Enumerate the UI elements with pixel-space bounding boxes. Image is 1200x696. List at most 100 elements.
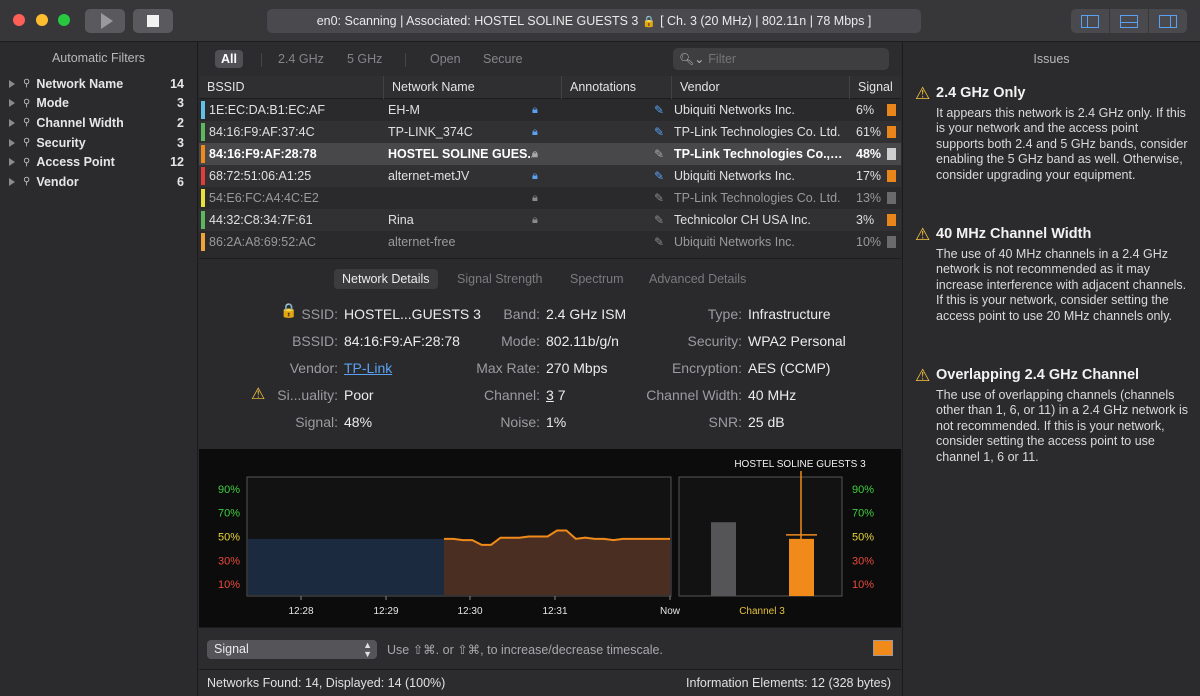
filter-count: 3 xyxy=(177,96,184,111)
disclosure-triangle-icon[interactable] xyxy=(9,158,15,167)
column-header-bssid[interactable]: BSSID xyxy=(199,76,384,99)
filter-24ghz-button[interactable]: 2.4 GHz xyxy=(278,50,324,68)
warning-icon: ⚠ xyxy=(915,225,931,244)
filter-group-mode[interactable]: ⚲ Mode 3 xyxy=(0,94,197,114)
type-label: Type: xyxy=(707,306,742,322)
filter-group-vendor[interactable]: ⚲ Vendor 6 xyxy=(0,172,197,192)
toggle-sidebar-button[interactable] xyxy=(1071,9,1110,33)
table-row[interactable]: 1E:EC:DA:B1:EC:AF EH-M 🔒︎ ✎ Ubiquiti Network… xyxy=(199,99,901,121)
network-name-cell: EH-M xyxy=(388,103,420,117)
filter-open-button[interactable]: Open xyxy=(430,50,461,68)
filter-5ghz-button[interactable]: 5 GHz xyxy=(347,50,382,68)
signal-cell: 17% xyxy=(856,169,882,183)
select-arrows-icon: ▲ ▼ xyxy=(363,640,372,659)
signal-quality-label: Si...uality: xyxy=(277,387,338,403)
signal-quality-value: Poor xyxy=(344,387,374,403)
zoom-window-button[interactable] xyxy=(58,14,70,26)
channel-width-label: Channel Width: xyxy=(646,387,742,403)
bssid-cell: 68:72:51:06:A1:25 xyxy=(209,169,312,183)
issue-description: It appears this network is 2.4 GHz only.… xyxy=(936,106,1188,182)
signal-graph: 90% 90% 70% 70% 50% 50% 30% 30% 10% 10% 12:28 12:29… xyxy=(199,449,901,627)
toggle-bottom-panel-button[interactable] xyxy=(1110,9,1149,33)
edit-annotation-icon[interactable]: ✎ xyxy=(562,235,672,249)
edit-annotation-icon[interactable]: ✎ xyxy=(562,191,672,205)
close-window-button[interactable] xyxy=(13,14,25,26)
table-row[interactable]: 86:2A:A8:69:52:AC alternet-free ✎ Ubiquiti … xyxy=(199,231,901,253)
edit-annotation-icon[interactable]: ✎ xyxy=(562,147,672,161)
disclosure-triangle-icon[interactable] xyxy=(9,99,15,108)
disclosure-triangle-icon[interactable] xyxy=(9,79,15,88)
minimize-window-button[interactable] xyxy=(36,14,48,26)
table-row[interactable]: 84:16:F9:AF:28:78 HOSTEL SOLINE GUES... 🔒︎… xyxy=(199,143,901,165)
column-header-signal[interactable]: Signal xyxy=(850,76,901,99)
signal-color-swatch xyxy=(887,126,896,138)
filter-group-access-point[interactable]: ⚲ Access Point 12 xyxy=(0,152,197,172)
scan-status-text: en0: Scanning | Associated: HOSTEL SOLIN… xyxy=(316,14,639,28)
filter-count: 6 xyxy=(177,174,184,189)
filter-input[interactable] xyxy=(708,52,879,66)
edit-annotation-icon[interactable]: ✎ xyxy=(562,125,672,139)
channel-secondary: 7 xyxy=(557,387,566,403)
signal-color-swatch xyxy=(887,192,896,204)
signal-graph-svg: 90% 90% 70% 70% 50% 50% 30% 30% 10% 10% 12:28 12:29… xyxy=(218,459,874,617)
table-row[interactable]: 68:72:51:06:A1:25 alternet-metJV 🔒︎ ✎ Ubiqui… xyxy=(199,165,901,187)
band-filter-toolbar: All 2.4 GHz 5 GHz Open Secure 🔍︎⌄ xyxy=(199,42,901,76)
channel-label: Channel 3 xyxy=(739,606,785,617)
tab-signal-strength[interactable]: Signal Strength xyxy=(457,269,542,289)
detail-tabs: Network Details Signal Strength Spectrum… xyxy=(199,258,901,298)
network-color-marker xyxy=(201,211,205,229)
filter-group-security[interactable]: ⚲ Security 3 xyxy=(0,133,197,153)
signal-color-swatch xyxy=(887,104,896,116)
status-footer: Networks Found: 14, Displayed: 14 (100%)… xyxy=(199,669,901,696)
column-header-network-name[interactable]: Network Name xyxy=(384,76,562,99)
series-color-well[interactable] xyxy=(873,640,893,656)
lock-icon: 🔒 xyxy=(280,302,298,318)
signal-cell: 61% xyxy=(856,125,882,139)
stop-scan-button[interactable] xyxy=(133,9,173,33)
toggle-issues-panel-button[interactable] xyxy=(1149,9,1187,33)
encryption-value: AES (CCMP) xyxy=(748,360,831,376)
column-header-vendor[interactable]: Vendor xyxy=(672,76,850,99)
tab-network-details[interactable]: Network Details xyxy=(334,269,438,289)
tab-advanced-details[interactable]: Advanced Details xyxy=(649,269,746,289)
channel-plot-title: HOSTEL SOLINE GUESTS 3 xyxy=(734,459,866,470)
play-icon xyxy=(100,13,113,29)
channel-primary[interactable]: 3 xyxy=(546,387,554,403)
filter-count: 2 xyxy=(177,115,184,130)
lock-icon: 🔒︎ xyxy=(532,191,538,204)
max-rate-value: 270 Mbps xyxy=(546,360,608,376)
mode-label: Mode: xyxy=(501,333,540,349)
filter-group-network-name[interactable]: ⚲ Network Name 14 xyxy=(0,74,197,94)
signal-cell: 10% xyxy=(856,235,882,249)
y-tick-label: 70% xyxy=(218,508,240,520)
filter-group-channel-width[interactable]: ⚲ Channel Width 2 xyxy=(0,113,197,133)
filter-secure-button[interactable]: Secure xyxy=(483,50,523,68)
disclosure-triangle-icon[interactable] xyxy=(9,177,15,186)
network-color-marker xyxy=(201,189,205,207)
current-network-bar xyxy=(789,538,814,596)
edit-annotation-icon[interactable]: ✎ xyxy=(562,213,672,227)
table-row[interactable]: 44:32:C8:34:7F:61 Rina 🔒︎ ✎ Technicolor CH U… xyxy=(199,209,901,231)
x-tick-label: Now xyxy=(660,606,681,617)
filter-search[interactable]: 🔍︎⌄ xyxy=(673,48,889,70)
main-area: All 2.4 GHz 5 GHz Open Secure 🔍︎⌄ BSSID … xyxy=(199,42,901,696)
network-color-marker xyxy=(201,101,205,119)
network-color-marker xyxy=(201,145,205,163)
column-header-annotations[interactable]: Annotations xyxy=(562,76,672,99)
disclosure-triangle-icon[interactable] xyxy=(9,138,15,147)
edit-annotation-icon[interactable]: ✎ xyxy=(562,103,672,117)
tab-spectrum[interactable]: Spectrum xyxy=(570,269,624,289)
graph-metric-select[interactable]: Signal ▲ ▼ xyxy=(207,640,377,659)
table-row[interactable]: 84:16:F9:AF:37:4C TP-LINK_374C 🔒︎ ✎ TP-Link … xyxy=(199,121,901,143)
scan-status-detail: [ Ch. 3 (20 MHz) | 802.11n | 78 Mbps ] xyxy=(660,14,872,28)
panel-bottom-icon xyxy=(1120,14,1138,28)
start-scan-button[interactable] xyxy=(85,9,125,33)
edit-annotation-icon[interactable]: ✎ xyxy=(562,169,672,183)
graph-metric-value: Signal xyxy=(214,642,249,656)
table-row[interactable]: 54:E6:FC:A4:4C:E2 🔒︎ ✎ TP-Link Technologies… xyxy=(199,187,901,209)
band-label: Band: xyxy=(503,306,540,322)
vendor-link[interactable]: TP-Link xyxy=(344,360,392,376)
filter-all-button[interactable]: All xyxy=(215,50,243,68)
issue-description: The use of overlapping channels (channel… xyxy=(936,388,1188,464)
disclosure-triangle-icon[interactable] xyxy=(9,118,15,127)
